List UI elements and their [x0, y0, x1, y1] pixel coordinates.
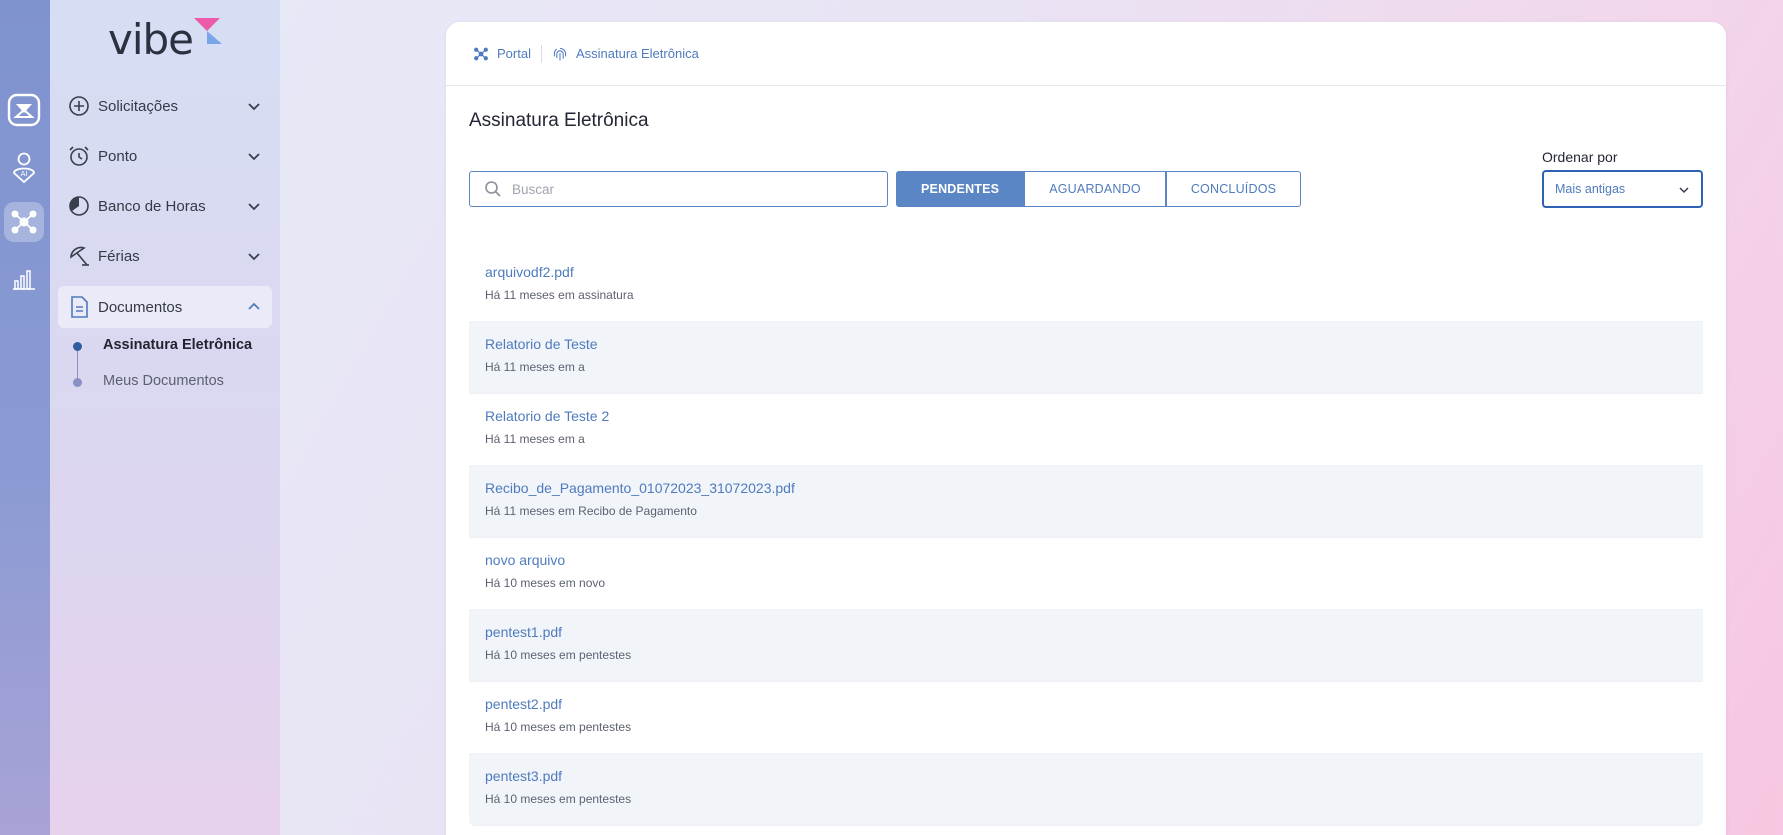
- sidebar-item-label: Solicitações: [98, 97, 179, 115]
- document-meta: Há 10 meses em novo: [485, 576, 606, 590]
- sidebar-item-documentos[interactable]: Documentos: [58, 286, 272, 328]
- breadcrumb-assinatura[interactable]: Assinatura Eletrônica: [552, 46, 699, 62]
- document-list: arquivodf2.pdf Há 11 meses em assinatura…: [469, 250, 1703, 826]
- document-meta: Há 10 meses em pentestes: [485, 720, 632, 734]
- document-name[interactable]: Recibo_de_Pagamento_01072023_31072023.pd…: [485, 480, 1703, 496]
- document-meta: Há 11 meses em a: [485, 432, 585, 446]
- search-icon: [485, 181, 501, 197]
- document-meta: Há 10 meses em pentestes: [485, 792, 632, 806]
- document-name[interactable]: novo arquivo: [485, 552, 1703, 568]
- chevron-up-icon: [248, 302, 260, 310]
- document-meta: Há 11 meses em Recibo de Pagamento: [485, 504, 697, 518]
- chevron-down-icon: [248, 103, 260, 111]
- app-logo-icon[interactable]: [4, 90, 44, 130]
- search-box[interactable]: [469, 171, 888, 207]
- sidebar-item-label: Documentos: [98, 298, 183, 316]
- sidebar-item-ponto[interactable]: Ponto: [58, 135, 272, 177]
- search-input[interactable]: [512, 174, 872, 204]
- breadcrumb-label: Assinatura Eletrônica: [575, 46, 699, 61]
- document-name[interactable]: pentest3.pdf: [485, 768, 1703, 784]
- document-name[interactable]: arquivodf2.pdf: [485, 264, 1703, 280]
- beach-umbrella-icon: [68, 245, 90, 267]
- sidebar: vibe Solicitações Ponto Banco de Horas F…: [50, 0, 280, 835]
- document-meta: Há 10 meses em pentestes: [485, 648, 632, 662]
- sidebar-item-ferias[interactable]: Férias: [58, 235, 272, 277]
- sidebar-item-banco-de-horas[interactable]: Banco de Horas: [58, 185, 272, 227]
- chevron-down-icon: [248, 203, 260, 211]
- page-title: Assinatura Eletrônica: [469, 110, 649, 131]
- document-name[interactable]: Relatorio de Teste: [485, 336, 1703, 352]
- document-name[interactable]: pentest1.pdf: [485, 624, 1703, 640]
- document-row[interactable]: pentest1.pdf Há 10 meses em pentestes: [469, 610, 1703, 682]
- logo-mark-icon: [194, 18, 222, 44]
- document-row[interactable]: Recibo_de_Pagamento_01072023_31072023.pd…: [469, 466, 1703, 538]
- vibe-logo: vibe: [108, 16, 228, 64]
- order-select[interactable]: Mais antigas: [1542, 170, 1703, 208]
- document-name[interactable]: Relatorio de Teste 2: [485, 408, 1703, 424]
- main-card: Portal Assinatura Eletrônica Assinatura …: [446, 22, 1726, 835]
- icon-rail: AI: [0, 0, 50, 835]
- document-row[interactable]: arquivodf2.pdf Há 11 meses em assinatura: [469, 250, 1703, 322]
- document-row[interactable]: pentest2.pdf Há 10 meses em pentestes: [469, 682, 1703, 754]
- portal-network-icon[interactable]: [4, 202, 44, 242]
- chevron-down-icon: [248, 153, 260, 161]
- svg-text:AI: AI: [21, 170, 28, 178]
- bar-chart-icon[interactable]: [4, 258, 44, 298]
- document-row[interactable]: pentest3.pdf Há 10 meses em pentestes: [469, 754, 1703, 826]
- sidebar-item-label: Banco de Horas: [98, 197, 206, 215]
- document-row[interactable]: Relatorio de Teste Há 11 meses em a: [469, 322, 1703, 394]
- order-selected-value: Mais antigas: [1555, 182, 1626, 196]
- document-meta: Há 11 meses em assinatura: [485, 288, 634, 302]
- sidebar-item-label: Férias: [98, 247, 140, 265]
- submenu-dot: [73, 378, 82, 387]
- tab-pendentes[interactable]: PENDENTES: [896, 171, 1025, 207]
- tab-aguardando[interactable]: AGUARDANDO: [1024, 171, 1166, 207]
- fingerprint-icon: [553, 47, 567, 60]
- breadcrumb-separator: [540, 44, 542, 63]
- document-row[interactable]: Relatorio de Teste 2 Há 11 meses em a: [469, 394, 1703, 466]
- document-row[interactable]: novo arquivo Há 10 meses em novo: [469, 538, 1703, 610]
- person-ai-icon[interactable]: AI: [4, 148, 44, 188]
- breadcrumb-label: Portal: [497, 46, 531, 61]
- submenu-dot-active: [73, 342, 82, 351]
- portal-network-icon: [474, 47, 488, 60]
- plus-circle-icon: [68, 95, 90, 117]
- document-name[interactable]: pentest2.pdf: [485, 696, 1703, 712]
- breadcrumb-portal[interactable]: Portal: [473, 46, 531, 62]
- chevron-down-icon: [1679, 187, 1689, 194]
- status-tabs: PENDENTES AGUARDANDO CONCLUÍDOS: [896, 171, 1302, 207]
- alarm-clock-icon: [68, 145, 90, 167]
- breadcrumb: Portal Assinatura Eletrônica: [446, 22, 1726, 86]
- sidebar-item-label: Ponto: [98, 147, 138, 165]
- order-label: Ordenar por: [1542, 149, 1618, 165]
- logo-text: vibe: [108, 15, 194, 64]
- sidebar-subitem-assinatura-eletronica[interactable]: Assinatura Eletrônica: [103, 337, 252, 353]
- sidebar-subitem-meus-documentos[interactable]: Meus Documentos: [103, 373, 224, 389]
- document-icon: [68, 296, 90, 318]
- document-meta: Há 11 meses em a: [485, 360, 585, 374]
- tab-concluidos[interactable]: CONCLUÍDOS: [1165, 171, 1302, 207]
- pie-clock-icon: [68, 195, 90, 217]
- sidebar-item-solicitacoes[interactable]: Solicitações: [58, 85, 272, 127]
- chevron-down-icon: [248, 253, 260, 261]
